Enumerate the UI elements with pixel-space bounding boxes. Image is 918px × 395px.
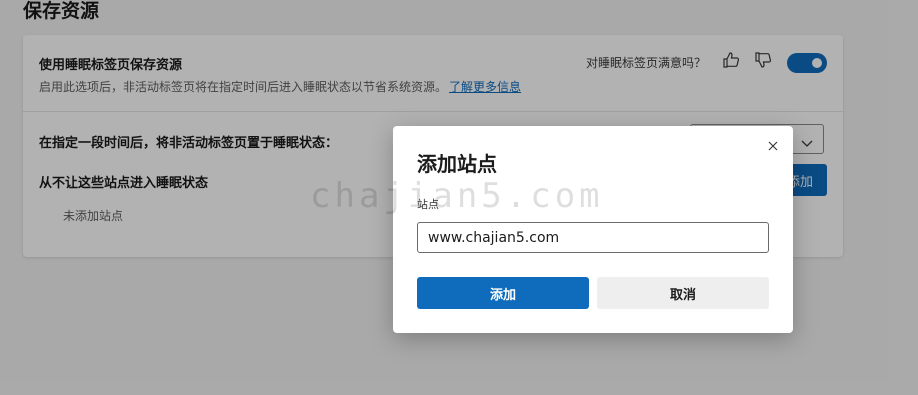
close-icon[interactable] [765,138,781,154]
site-input[interactable] [417,222,769,253]
dialog-title: 添加站点 [417,152,497,176]
site-field-label: 站点 [417,198,439,211]
dialog-cancel-button[interactable]: 取消 [597,277,769,309]
add-site-dialog: 添加站点 站点 添加 取消 [393,126,793,333]
dialog-add-button[interactable]: 添加 [417,277,589,309]
